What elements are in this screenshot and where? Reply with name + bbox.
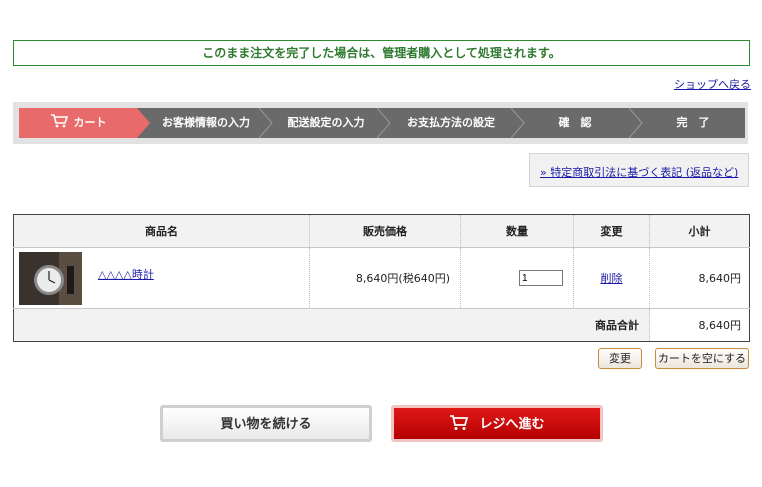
cart-table: 商品名 販売価格 数量 変更 小計 △△△△時計 8,640円(税640円) 1… xyxy=(13,214,750,342)
step-cart: カート xyxy=(19,108,137,138)
subtotal-cell: 8,640円 xyxy=(649,247,750,309)
table-row: △△△△時計 8,640円(税640円) 削除 8,640円 xyxy=(13,247,750,309)
progress-steps: カート お客様情報の入力 配送設定の入力 お支払方法の設定 確 認 完 了 xyxy=(19,108,745,138)
col-quantity: 数量 xyxy=(460,214,574,248)
price-cell: 8,640円(税640円) xyxy=(309,247,461,309)
legal-notice-link[interactable]: » 特定商取引法に基づく表記 (返品など) xyxy=(540,164,738,180)
step-separator xyxy=(629,108,643,138)
step-separator xyxy=(377,108,391,138)
step-confirm: 確 認 xyxy=(558,116,592,129)
continue-shopping-button[interactable]: 買い物を続ける xyxy=(160,405,372,442)
col-price: 販売価格 xyxy=(309,214,461,248)
step-separator xyxy=(259,108,273,138)
step-delivery: 配送設定の入力 xyxy=(287,116,365,129)
empty-cart-button[interactable]: カートを空にする xyxy=(655,348,749,369)
table-header: 商品名 販売価格 数量 変更 小計 xyxy=(13,214,750,248)
product-thumbnail[interactable] xyxy=(19,251,82,305)
quantity-cell xyxy=(460,247,574,309)
step-label: カート xyxy=(73,116,107,129)
quantity-input[interactable] xyxy=(519,270,563,286)
update-button[interactable]: 変更 xyxy=(598,348,642,369)
admin-purchase-notice: このまま注文を完了した場合は、管理者購入として処理されます。 xyxy=(13,40,750,66)
step-separator xyxy=(511,108,525,138)
total-value: 8,640円 xyxy=(649,308,750,342)
delete-link[interactable]: 削除 xyxy=(601,272,623,285)
checkout-button[interactable]: レジへ進む xyxy=(391,405,603,442)
col-change: 変更 xyxy=(573,214,650,248)
cart-icon xyxy=(450,415,469,430)
cart-icon xyxy=(50,114,68,128)
step-complete: 完 了 xyxy=(676,116,710,129)
total-label: 商品合計 xyxy=(13,308,650,342)
checkout-progress: カート お客様情報の入力 配送設定の入力 お支払方法の設定 確 認 完 了 xyxy=(13,102,748,144)
watch-image xyxy=(19,251,82,305)
product-name-link[interactable]: △△△△時計 xyxy=(98,266,154,282)
product-cell: △△△△時計 xyxy=(13,247,310,309)
legal-notice-box: » 特定商取引法に基づく表記 (返品など) xyxy=(529,153,749,187)
step-customer-info: お客様情報の入力 xyxy=(162,116,250,129)
col-subtotal: 小計 xyxy=(649,214,750,248)
step-payment: お支払方法の設定 xyxy=(407,116,495,129)
back-to-shop-link[interactable]: ショップへ戻る xyxy=(674,76,751,92)
continue-label: 買い物を続ける xyxy=(220,417,312,432)
checkout-label: レジへ進む xyxy=(479,417,545,432)
step-separator xyxy=(137,108,150,138)
col-product-name: 商品名 xyxy=(13,214,310,248)
action-cell: 削除 xyxy=(573,247,650,309)
total-row: 商品合計 8,640円 xyxy=(13,308,750,342)
